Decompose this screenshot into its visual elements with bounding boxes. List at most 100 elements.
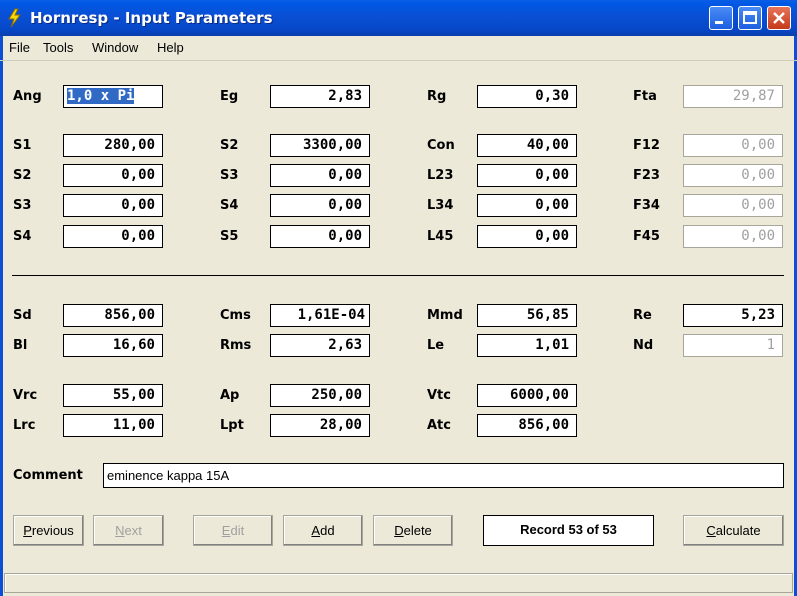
eg-field[interactable]: 2,83 [270,85,370,108]
label-f34: F34 [633,198,660,213]
calculate-accel: C [706,523,716,538]
maximize-button[interactable] [738,6,762,30]
bl-field[interactable]: 16,60 [63,334,163,357]
label-lrc: Lrc [13,418,36,433]
add-label: dd [320,523,335,538]
label-le: Le [427,338,445,353]
label-l23: L23 [427,168,454,183]
label-s4-col1: S4 [13,229,32,244]
label-l34: L34 [427,198,454,213]
le-field[interactable]: 1,01 [477,334,577,357]
maximize-icon [743,11,757,24]
l45-field[interactable]: 0,00 [477,225,577,248]
sd-field[interactable]: 856,00 [63,304,163,327]
label-sd: Sd [13,308,32,323]
label-s2-col1: S2 [13,168,32,183]
calculate-button[interactable]: Calculate [683,515,784,546]
rms-field[interactable]: 2,63 [270,334,370,357]
label-f12: F12 [633,138,660,153]
next-button[interactable]: Next [93,515,164,546]
label-atc: Atc [427,418,451,433]
s3-field-col1[interactable]: 0,00 [63,194,163,217]
label-lpt: Lpt [220,418,244,433]
label-s2-col2: S2 [220,138,239,153]
edit-label: dit [230,523,245,538]
menu-bar: File Tools Window Help [0,36,797,61]
label-s3-col2: S3 [220,168,239,183]
vrc-field[interactable]: 55,00 [63,384,163,407]
menu-help[interactable]: Help [157,40,184,55]
calculate-label: alculate [715,523,761,538]
s2-field-col1[interactable]: 0,00 [63,164,163,187]
record-indicator: Record 53 of 53 [483,515,654,546]
title-bar[interactable]: Hornresp - Input Parameters [0,0,797,36]
label-fta: Fta [633,89,657,104]
label-rms: Rms [220,338,252,353]
s4-field-col2[interactable]: 0,00 [270,194,370,217]
label-s1: S1 [13,138,32,153]
re-field[interactable]: 5,23 [683,304,783,327]
comment-field[interactable]: eminence kappa 15A [103,463,784,488]
con-field[interactable]: 40,00 [477,134,577,157]
add-button[interactable]: Add [283,515,363,546]
s5-field[interactable]: 0,00 [270,225,370,248]
label-nd: Nd [633,338,654,353]
label-rg: Rg [427,89,447,104]
menu-window[interactable]: Window [92,40,138,55]
lpt-field[interactable]: 28,00 [270,414,370,437]
section-divider [12,275,784,276]
label-ap: Ap [220,388,240,403]
f34-field: 0,00 [683,194,783,217]
previous-label: revious [31,523,74,538]
s3-field-col2[interactable]: 0,00 [270,164,370,187]
s2-field-col2[interactable]: 3300,00 [270,134,370,157]
label-l45: L45 [427,229,454,244]
window-title: Hornresp - Input Parameters [30,9,273,27]
ap-field[interactable]: 250,00 [270,384,370,407]
label-ang: Ang [13,89,42,104]
fta-field: 29,87 [683,85,783,108]
edit-button[interactable]: Edit [193,515,273,546]
close-button[interactable] [767,6,791,30]
label-cms: Cms [220,308,251,323]
f12-field: 0,00 [683,134,783,157]
lrc-field[interactable]: 11,00 [63,414,163,437]
delete-label: elete [403,523,432,538]
next-label: ext [124,523,142,538]
nd-field: 1 [683,334,783,357]
ang-field[interactable]: 1,0 x Pi [63,85,163,108]
cms-field[interactable]: 1,61E-04 [270,304,370,327]
menu-tools[interactable]: Tools [43,40,73,55]
label-f23: F23 [633,168,660,183]
s1-field[interactable]: 280,00 [63,134,163,157]
menu-file[interactable]: File [9,40,30,55]
s4-field-col1[interactable]: 0,00 [63,225,163,248]
rg-field[interactable]: 0,30 [477,85,577,108]
close-icon [773,12,785,24]
minimize-icon [715,21,723,24]
label-s4-col2: S4 [220,198,239,213]
label-s3-col1: S3 [13,198,32,213]
delete-button[interactable]: Delete [373,515,453,546]
l34-field[interactable]: 0,00 [477,194,577,217]
window-frame-left [0,36,3,596]
next-accel: N [115,523,125,538]
label-mmd: Mmd [427,308,463,323]
previous-button[interactable]: Previous [13,515,84,546]
label-comment: Comment [13,468,83,483]
atc-field[interactable]: 856,00 [477,414,577,437]
label-re: Re [633,308,652,323]
l23-field[interactable]: 0,00 [477,164,577,187]
previous-accel: P [23,523,32,538]
label-con: Con [427,138,455,153]
delete-accel: D [394,523,404,538]
mmd-field[interactable]: 56,85 [477,304,577,327]
label-vtc: Vtc [427,388,451,403]
minimize-button[interactable] [709,6,733,30]
add-accel: A [311,523,321,538]
f45-field: 0,00 [683,225,783,248]
lightning-icon [8,8,21,28]
vtc-field[interactable]: 6000,00 [477,384,577,407]
label-eg: Eg [220,89,239,104]
label-bl: Bl [13,338,28,353]
